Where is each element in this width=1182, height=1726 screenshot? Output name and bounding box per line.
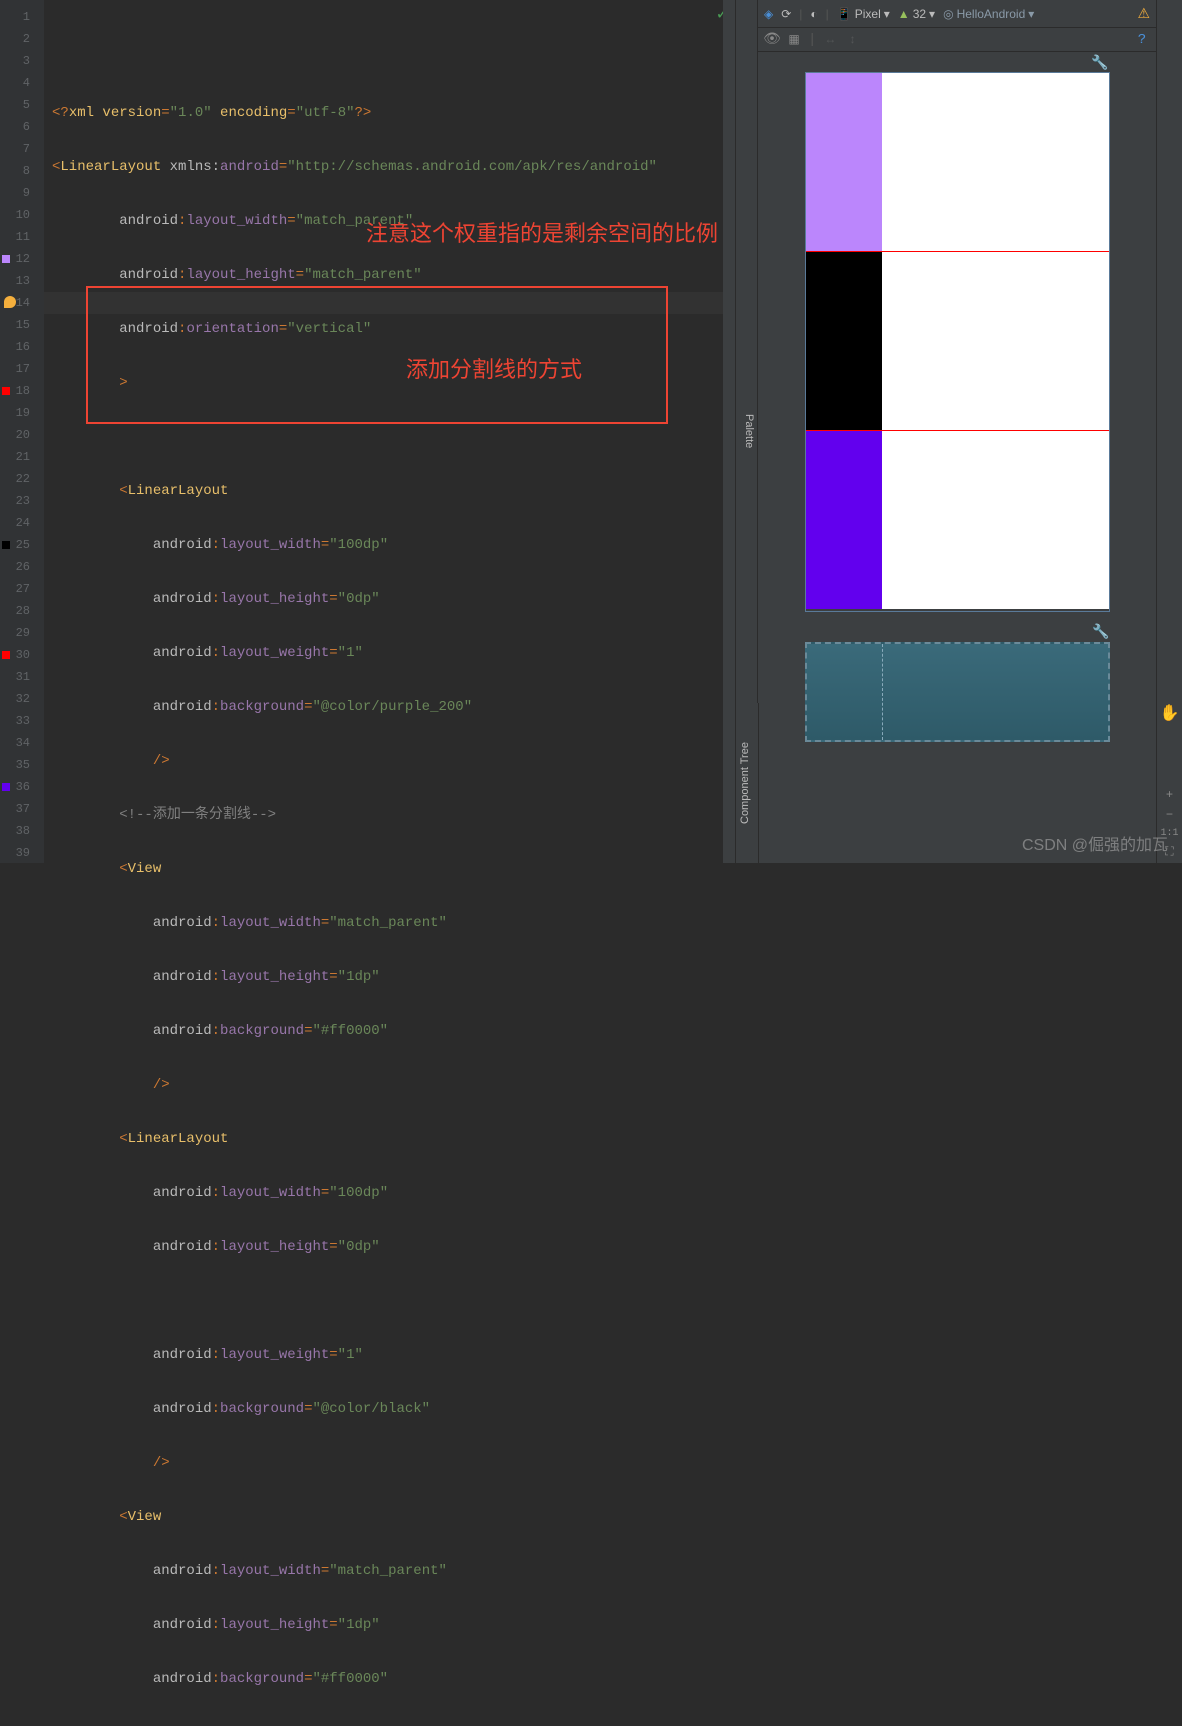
design-surface[interactable]: 🔧 🔧 [758,52,1156,863]
gutter-line: 17 [0,358,44,380]
gutter-line: 27 [0,578,44,600]
gutter-line: 21 [0,446,44,468]
gutter-line: 33 [0,710,44,732]
lightbulb-icon [4,296,16,308]
gutter-line: 28 [0,600,44,622]
orientation-icon[interactable]: ⟳ [781,7,791,21]
gutter-line: 15 [0,314,44,336]
gutter-line: 12 [0,248,44,270]
theme-selector[interactable]: ◎ HelloAndroid ▾ [943,7,1034,21]
gutter-line: 37 [0,798,44,820]
code-editor[interactable]: 1234567891011121314151617181920212223242… [0,0,735,863]
blueprint-preview[interactable] [805,642,1110,742]
gutter-line: 23 [0,490,44,512]
gutter-line: 6 [0,116,44,138]
gutter-line: 29 [0,622,44,644]
annotation-weight: 注意这个权重指的是剩余空间的比例 [366,216,718,248]
layout-row-3 [806,431,1109,609]
gutter-line: 25 [0,534,44,556]
gutter-line: 16 [0,336,44,358]
arrow-left-icon[interactable]: ↔ [822,32,838,48]
api-selector[interactable]: ▲ 32 ▾ [898,7,935,21]
gutter-line: 11 [0,226,44,248]
gutter-line: 22 [0,468,44,490]
gutter-line: 31 [0,666,44,688]
warning-icon[interactable]: ⚠ [1137,5,1150,22]
design-toolbar: ◈ ⟳ | ◐ | 📱 Pixel ▾ ▲ 32 ▾ ◎ HelloAndroi… [758,0,1156,28]
eye-icon[interactable]: 👁 [764,32,780,48]
design-toolbar2: 👁 ▦ | ↔ ↕ ? [758,28,1156,52]
gutter-line: 32 [0,688,44,710]
gutter-line: 35 [0,754,44,776]
grid-icon[interactable]: ▦ [786,32,802,48]
gutter-line: 38 [0,820,44,842]
watermark: CSDN @倔强的加瓦 [1022,831,1168,855]
blueprint-options-icon[interactable]: 🔧 [1092,624,1109,641]
zoom-in-button[interactable]: + [1166,788,1173,802]
gutter-line: 3 [0,50,44,72]
gutter-line: 39 [0,842,44,864]
surface-icon[interactable]: ◈ [764,7,773,21]
preview-options-icon[interactable]: 🔧 [1091,55,1108,72]
gutter-line: 34 [0,732,44,754]
gutter-line: 36 [0,776,44,798]
layout-row-2 [806,252,1109,430]
gutter-line: 13 [0,270,44,292]
night-icon[interactable]: ◐ [810,7,817,21]
gutter-line: 10 [0,204,44,226]
gutter-line: 19 [0,402,44,424]
gutter-line: 30 [0,644,44,666]
code-area[interactable]: ✓ <?xml version="1.0" encoding="utf-8"?>… [44,0,735,863]
arrow-up-icon[interactable]: ↕ [844,32,860,48]
gutter-line: 18 [0,380,44,402]
zoom-controls: ✋ + − 1:1 ⛶ [1156,0,1182,863]
zoom-out-button[interactable]: − [1166,808,1173,822]
gutter-line: 24 [0,512,44,534]
gutter-line: 26 [0,556,44,578]
annotation-divider: 添加分割线的方式 [406,352,582,384]
gutter-line: 9 [0,182,44,204]
gutter: 1234567891011121314151617181920212223242… [0,0,44,863]
device-selector[interactable]: 📱 Pixel ▾ [837,7,890,21]
layout-row-1 [806,73,1109,251]
gutter-line: 1 [0,6,44,28]
scrollbar[interactable] [723,0,735,863]
component-tree-tab[interactable]: Component Tree [737,703,759,863]
gutter-line: 20 [0,424,44,446]
device-preview[interactable]: 🔧 [805,72,1110,612]
gutter-line: 14 [0,292,44,314]
gutter-line: 7 [0,138,44,160]
gutter-line: 4 [0,72,44,94]
gutter-line: 5 [0,94,44,116]
gutter-line: 8 [0,160,44,182]
gutter-line: 2 [0,28,44,50]
pan-icon[interactable]: ✋ [1160,703,1180,723]
help-icon[interactable]: ? [1134,32,1150,48]
current-line-highlight [44,292,735,314]
